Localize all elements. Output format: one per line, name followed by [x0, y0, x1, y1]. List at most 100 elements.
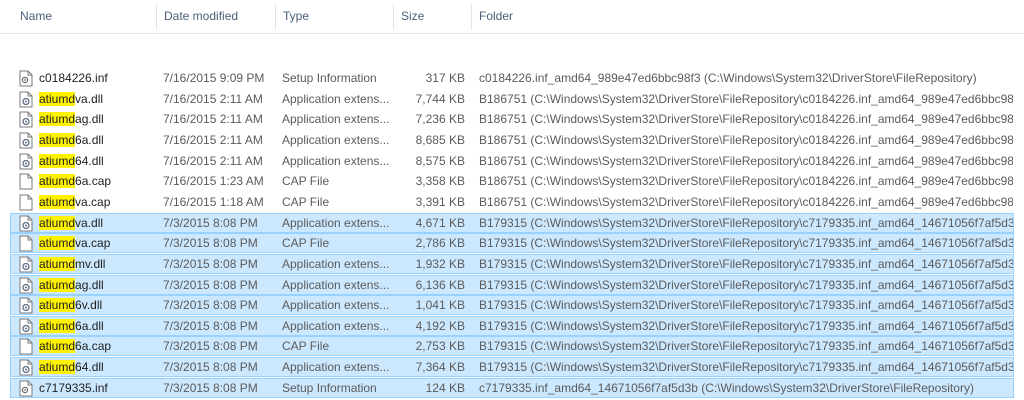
file-name: c0184226.inf — [39, 71, 108, 85]
file-date-modified: 7/16/2015 1:18 AM — [163, 194, 264, 209]
column-header-bar: Name Date modified Type Size Folder — [0, 0, 1024, 34]
file-row[interactable]: atiumd6a.dll 7/3/2015 8:08 PM Application … — [10, 315, 1014, 336]
file-name: atiumd6v.dll — [39, 296, 169, 316]
search-match-highlight: atiumd — [39, 194, 76, 209]
file-size: 1,932 KB — [415, 256, 465, 271]
column-header-size[interactable]: Size — [397, 0, 467, 33]
search-match-highlight: atiumd — [39, 256, 76, 271]
file-size: 4,192 KB — [415, 318, 465, 333]
file-folder: B179315 (C:\Windows\System32\DriverStore… — [479, 318, 1013, 333]
dll-file-icon — [19, 111, 33, 128]
file-name: atiumdva.dll — [39, 90, 169, 110]
file-size: 1,041 KB — [415, 298, 465, 313]
search-match-highlight: atiumd — [39, 277, 76, 292]
file-name-rest: va.cap — [75, 194, 111, 209]
file-name-rest: 6a.cap — [75, 174, 112, 189]
file-name: atiumdmv.dll — [39, 255, 169, 275]
file-row[interactable]: atiumdva.dll 7/16/2015 2:11 AM Application… — [10, 89, 1014, 109]
file-date-modified: 7/3/2015 8:08 PM — [163, 277, 258, 292]
file-name-rest: 64.dll — [75, 153, 104, 168]
file-row[interactable]: atiumdva.cap 7/3/2015 8:08 PM CAP File 2,78… — [10, 233, 1014, 254]
file-size: 8,685 KB — [415, 132, 465, 147]
file-date-modified: 7/3/2015 8:08 PM — [163, 215, 258, 230]
file-folder: B186751 (C:\Windows\System32\DriverStore… — [479, 153, 1013, 168]
dll-file-icon — [19, 297, 33, 314]
column-divider[interactable] — [471, 4, 472, 30]
search-match-highlight: atiumd — [39, 153, 76, 168]
file-name: atiumdva.cap — [39, 234, 169, 254]
file-row[interactable]: atiumd6a.cap 7/3/2015 8:08 PM CAP File 2,75… — [10, 336, 1014, 357]
blank-file-icon — [19, 235, 33, 252]
file-date-modified: 7/3/2015 8:08 PM — [163, 339, 258, 354]
search-match-highlight: atiumd — [39, 215, 76, 230]
file-row[interactable]: atiumd64.dll 7/3/2015 8:08 PM Application … — [10, 357, 1014, 378]
inf-file-icon — [19, 70, 33, 87]
file-folder: B186751 (C:\Windows\System32\DriverStore… — [479, 132, 1013, 147]
search-match-highlight: atiumd — [39, 318, 76, 333]
file-date-modified: 7/3/2015 8:08 PM — [163, 380, 258, 395]
file-name-rest: 6v.dll — [75, 298, 103, 313]
file-name: atiumd6a.cap — [39, 172, 169, 192]
file-name-rest: 64.dll — [75, 360, 104, 375]
dll-file-icon — [19, 153, 33, 170]
file-row[interactable]: atiumdag.dll 7/3/2015 8:08 PM Application … — [10, 274, 1014, 295]
blank-file-icon — [19, 194, 33, 211]
file-size: 2,753 KB — [415, 339, 465, 354]
file-row[interactable]: atiumdva.cap 7/16/2015 1:18 AM CAP File 3,3… — [10, 192, 1014, 212]
file-row[interactable]: c0184226.inf 7/16/2015 9:09 PM Setup Infor… — [10, 68, 1014, 88]
file-date-modified: 7/16/2015 2:11 AM — [163, 91, 263, 106]
file-explorer-details-view: Name Date modified Type Size Folder c018… — [0, 0, 1024, 398]
file-folder: B179315 (C:\Windows\System32\DriverStore… — [479, 236, 1013, 251]
file-row[interactable]: atiumd6a.cap 7/16/2015 1:23 AM CAP File 3,3… — [10, 171, 1014, 191]
search-match-highlight: atiumd — [39, 132, 76, 147]
file-size: 7,364 KB — [415, 360, 465, 375]
file-name: atiumdag.dll — [39, 110, 169, 130]
file-date-modified: 7/16/2015 9:09 PM — [163, 71, 265, 85]
file-size: 7,236 KB — [415, 112, 465, 127]
column-header-name[interactable]: Name — [16, 0, 156, 33]
file-row[interactable]: atiumd64.dll 7/16/2015 2:11 AM Application… — [10, 151, 1014, 171]
file-row[interactable]: atiumd6a.dll 7/16/2015 2:11 AM Application… — [10, 130, 1014, 150]
search-match-highlight: atiumd — [39, 112, 76, 127]
column-divider[interactable] — [275, 4, 276, 30]
file-row[interactable]: atiumdmv.dll 7/3/2015 8:08 PM Application … — [10, 253, 1014, 275]
file-folder: B179315 (C:\Windows\System32\DriverStore… — [479, 298, 1013, 313]
search-match-highlight: atiumd — [39, 236, 76, 251]
file-row[interactable]: atiumd6v.dll 7/3/2015 8:08 PM Application … — [10, 295, 1014, 316]
search-match-highlight: atiumd — [39, 174, 76, 189]
file-folder: c7179335.inf_amd64_14671056f7af5d3b (C:\… — [479, 380, 974, 395]
file-size: 8,575 KB — [415, 153, 465, 168]
file-name: atiumd64.dll — [39, 358, 169, 378]
inf-file-icon — [19, 380, 33, 397]
file-folder: B179315 (C:\Windows\System32\DriverStore… — [479, 339, 1013, 354]
column-divider[interactable] — [393, 4, 394, 30]
file-folder: B186751 (C:\Windows\System32\DriverStore… — [479, 91, 1013, 106]
file-name: atiumd64.dll — [39, 152, 169, 172]
file-name: atiumdva.cap — [39, 193, 169, 213]
file-size: 124 KB — [425, 380, 465, 395]
file-name-rest: 6a.dll — [75, 318, 104, 333]
file-name: c7179335.inf — [39, 380, 108, 395]
dll-file-icon — [19, 359, 33, 376]
file-row[interactable]: atiumdag.dll 7/16/2015 2:11 AM Application… — [10, 109, 1014, 129]
file-folder: B179315 (C:\Windows\System32\DriverStore… — [479, 256, 1013, 271]
file-size: 3,358 KB — [415, 174, 465, 189]
column-header-folder[interactable]: Folder — [475, 0, 1015, 33]
file-date-modified: 7/16/2015 2:11 AM — [163, 153, 263, 168]
file-folder: B179315 (C:\Windows\System32\DriverStore… — [479, 360, 1013, 375]
file-size: 2,786 KB — [415, 236, 465, 251]
column-header-type[interactable]: Type — [279, 0, 389, 33]
dll-file-icon — [19, 215, 33, 232]
file-folder: B186751 (C:\Windows\System32\DriverStore… — [479, 194, 1013, 209]
file-size: 7,744 KB — [415, 91, 465, 106]
file-row[interactable]: atiumdva.dll 7/3/2015 8:08 PM Application … — [10, 212, 1014, 233]
file-folder: B179315 (C:\Windows\System32\DriverStore… — [479, 215, 1013, 230]
file-name: atiumd6a.cap — [39, 337, 169, 357]
dll-file-icon — [19, 318, 33, 335]
file-size: 3,391 KB — [415, 194, 465, 209]
file-folder: B186751 (C:\Windows\System32\DriverStore… — [479, 112, 1013, 127]
column-divider[interactable] — [156, 4, 157, 30]
file-name-rest: 6a.cap — [75, 339, 112, 354]
column-header-date-modified[interactable]: Date modified — [160, 0, 274, 33]
file-size: 6,136 KB — [415, 277, 465, 292]
